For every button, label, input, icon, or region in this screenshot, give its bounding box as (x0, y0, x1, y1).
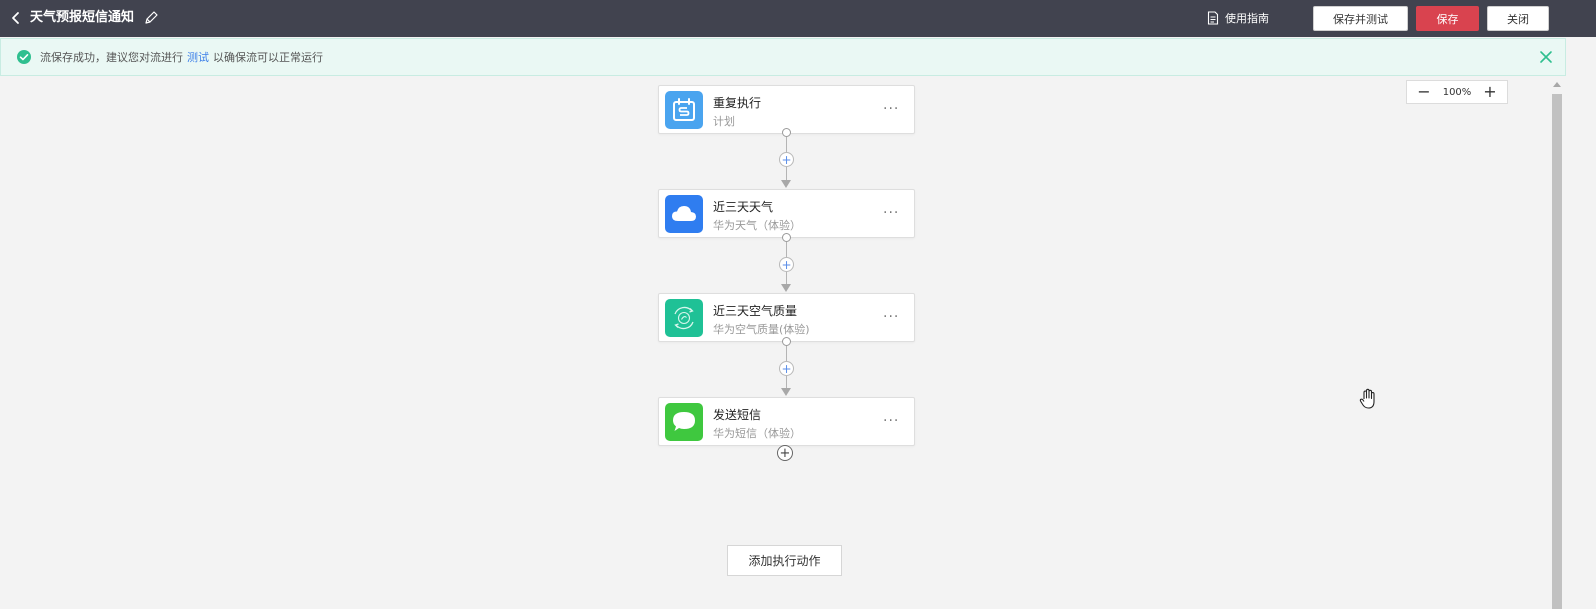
connector-dot (782, 128, 791, 137)
down-arrow-icon (781, 284, 791, 292)
zoom-level: 100% (1442, 86, 1472, 98)
message-icon (665, 403, 703, 441)
insert-step-button[interactable]: + (779, 361, 794, 376)
connector-line (786, 272, 787, 284)
banner-text-after: 以确保流可以正常运行 (213, 51, 323, 64)
flow-step-card[interactable]: 重复执行 计划 ··· (658, 85, 915, 134)
step-subtitle: 华为天气（体验） (713, 219, 801, 232)
more-options-icon[interactable]: ··· (883, 310, 899, 324)
scroll-up-arrow-icon[interactable] (1553, 82, 1561, 87)
connector-line (786, 242, 787, 257)
step-subtitle: 华为空气质量(体验) (713, 323, 810, 336)
step-subtitle: 计划 (713, 115, 735, 128)
add-action-button[interactable]: 添加执行动作 (727, 545, 842, 576)
banner-text-before: 流保存成功，建议您对流进行 (40, 51, 183, 64)
step-subtitle: 华为短信（体验） (713, 427, 801, 440)
more-options-icon[interactable]: ··· (883, 206, 899, 220)
test-link[interactable]: 测试 (187, 49, 209, 65)
hand-cursor-icon (1359, 388, 1375, 409)
connector-line (786, 346, 787, 361)
document-icon (1207, 11, 1219, 25)
step-title: 近三天空气质量 (713, 304, 798, 318)
flow-title: 天气预报短信通知 (30, 10, 135, 25)
check-circle-icon (17, 50, 31, 64)
connector-line (786, 167, 787, 180)
flow-step-card[interactable]: 近三天天气 华为天气（体验） ··· (658, 189, 915, 238)
down-arrow-icon (781, 388, 791, 396)
zoom-in-button[interactable]: + (1483, 84, 1497, 100)
close-icon[interactable] (1539, 50, 1553, 64)
pencil-icon[interactable] (143, 9, 159, 27)
insert-step-button[interactable]: + (779, 257, 794, 272)
connector-line (786, 376, 787, 388)
step-title: 发送短信 (713, 408, 762, 422)
success-banner: 流保存成功，建议您对流进行 测试 以确保流可以正常运行 (0, 38, 1566, 76)
add-step-button[interactable]: + (777, 445, 793, 461)
connector-dot (782, 233, 791, 242)
connector-line (786, 137, 787, 153)
save-button[interactable]: 保存 (1416, 6, 1479, 31)
user-guide-link[interactable]: 使用指南 (1207, 9, 1269, 27)
zoom-control: − 100% + (1406, 80, 1508, 104)
air-quality-icon (665, 299, 703, 337)
save-and-test-button[interactable]: 保存并测试 (1313, 6, 1408, 31)
vertical-scrollbar[interactable] (1551, 80, 1563, 609)
more-options-icon[interactable]: ··· (883, 414, 899, 428)
cloud-icon (665, 195, 703, 233)
down-arrow-icon (781, 180, 791, 188)
step-title: 重复执行 (713, 96, 762, 110)
flow-step-card[interactable]: 发送短信 华为短信（体验） ··· (658, 397, 915, 446)
zoom-out-button[interactable]: − (1417, 84, 1431, 100)
top-bar: 天气预报短信通知 使用指南 保存并测试 保存 关闭 (0, 0, 1596, 37)
step-title: 近三天天气 (713, 200, 774, 214)
connector-dot (782, 337, 791, 346)
schedule-icon (665, 91, 703, 129)
back-arrow-icon[interactable] (8, 9, 24, 27)
scroll-thumb[interactable] (1552, 94, 1562, 609)
more-options-icon[interactable]: ··· (883, 102, 899, 116)
flow-step-card[interactable]: 近三天空气质量 华为空气质量(体验) ··· (658, 293, 915, 342)
user-guide-label: 使用指南 (1225, 12, 1269, 25)
close-button[interactable]: 关闭 (1487, 6, 1549, 31)
insert-step-button[interactable]: + (779, 152, 794, 167)
